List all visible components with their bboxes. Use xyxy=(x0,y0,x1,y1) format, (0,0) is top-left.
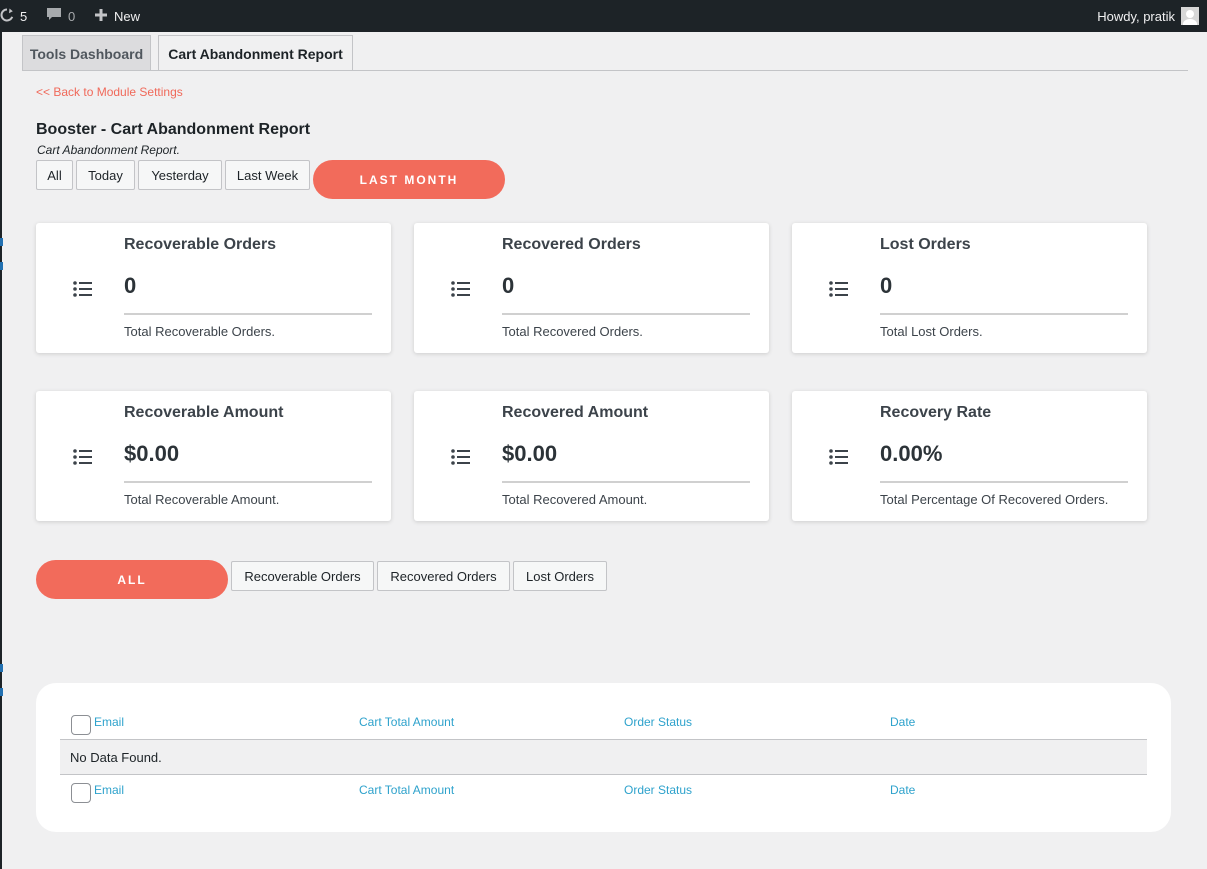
new-content-link[interactable]: New xyxy=(94,0,140,32)
page-title: Booster - Cart Abandonment Report xyxy=(36,121,311,138)
card-divider xyxy=(502,481,750,483)
tab-tools-dashboard[interactable]: Tools Dashboard xyxy=(22,35,151,71)
card-title: Recovery Rate xyxy=(880,404,992,421)
column-email-footer[interactable]: Email xyxy=(94,773,124,807)
card-title: Lost Orders xyxy=(880,236,971,253)
status-all-button[interactable]: ALL xyxy=(36,560,228,599)
status-recoverable-orders-button[interactable]: Recoverable Orders xyxy=(231,561,374,591)
status-lost-orders-button[interactable]: Lost Orders xyxy=(513,561,607,591)
card-value: 0 xyxy=(124,273,137,298)
card-description: Total Lost Orders. xyxy=(880,324,983,339)
card-title: Recoverable Amount xyxy=(124,404,284,421)
column-date-footer[interactable]: Date xyxy=(890,773,915,807)
card-description: Total Recoverable Amount. xyxy=(124,492,280,507)
refresh-icon xyxy=(0,8,14,25)
card-description: Total Recoverable Orders. xyxy=(124,324,276,339)
plus-icon xyxy=(94,8,108,25)
card-title: Recovered Orders xyxy=(502,236,641,253)
card-description: Total Recovered Orders. xyxy=(502,324,643,339)
card-lost-orders: Lost Orders 0 Total Lost Orders. xyxy=(792,223,1147,353)
my-account-link[interactable]: Howdy, pratik xyxy=(1097,0,1199,32)
card-value: $0.00 xyxy=(502,441,558,466)
column-order-status[interactable]: Order Status xyxy=(624,705,692,739)
card-title: Recoverable Orders xyxy=(124,236,277,253)
card-description: Total Percentage Of Recovered Orders. xyxy=(880,492,1109,507)
card-divider xyxy=(124,313,372,315)
card-recovery-rate: Recovery Rate 0.00% Total Percentage Of … xyxy=(792,391,1147,521)
card-divider xyxy=(502,313,750,315)
card-value: 0 xyxy=(502,273,515,298)
orders-table: Email Cart Total Amount Order Status Dat… xyxy=(36,683,1171,832)
howdy-text: Howdy, pratik xyxy=(1097,8,1175,24)
filter-yesterday-button[interactable]: Yesterday xyxy=(138,160,222,190)
updates-count: 5 xyxy=(20,8,28,24)
list-icon xyxy=(829,449,849,467)
comments-count: 0 xyxy=(68,8,76,24)
page-subtitle: Cart Abandonment Report. xyxy=(37,143,180,157)
card-divider xyxy=(880,481,1128,483)
column-email[interactable]: Email xyxy=(94,705,124,739)
table-footer-row: Email Cart Total Amount Order Status Dat… xyxy=(60,773,1147,807)
list-icon xyxy=(451,281,471,299)
tab-cart-abandonment-report[interactable]: Cart Abandonment Report xyxy=(158,35,353,71)
card-recovered-orders: Recovered Orders 0 Total Recovered Order… xyxy=(414,223,769,353)
filter-last-month-button[interactable]: LAST MONTH xyxy=(313,160,505,199)
list-icon xyxy=(73,449,93,467)
list-icon xyxy=(73,281,93,299)
menu-marker xyxy=(0,262,3,270)
menu-marker xyxy=(0,688,3,696)
column-cart-total-amount-footer[interactable]: Cart Total Amount xyxy=(359,773,454,807)
column-cart-total-amount[interactable]: Cart Total Amount xyxy=(359,705,454,739)
list-icon xyxy=(829,281,849,299)
card-divider xyxy=(880,313,1128,315)
card-value: 0.00% xyxy=(880,441,943,466)
comment-icon xyxy=(46,7,62,25)
card-title: Recovered Amount xyxy=(502,404,649,421)
filter-today-button[interactable]: Today xyxy=(76,160,135,190)
card-divider xyxy=(124,481,372,483)
card-recoverable-amount: Recoverable Amount $0.00 Total Recoverab… xyxy=(36,391,391,521)
status-recovered-orders-button[interactable]: Recovered Orders xyxy=(377,561,510,591)
menu-marker xyxy=(0,664,3,672)
admin-bar: 5 0 New Howdy, pratik xyxy=(0,0,1207,32)
column-order-status-footer[interactable]: Order Status xyxy=(624,773,692,807)
new-label: New xyxy=(114,8,141,24)
filter-last-week-button[interactable]: Last Week xyxy=(225,160,310,190)
avatar xyxy=(1181,7,1199,25)
comments-link[interactable]: 0 xyxy=(46,0,75,32)
table-header-row: Email Cart Total Amount Order Status Dat… xyxy=(60,705,1147,739)
admin-menu-edge xyxy=(0,32,2,869)
updates-link[interactable]: 5 xyxy=(0,0,27,32)
column-date[interactable]: Date xyxy=(890,705,915,739)
select-all-checkbox[interactable] xyxy=(71,715,91,735)
menu-marker xyxy=(0,238,3,246)
card-value: $0.00 xyxy=(124,441,180,466)
card-recovered-amount: Recovered Amount $0.00 Total Recovered A… xyxy=(414,391,769,521)
card-description: Total Recovered Amount. xyxy=(502,492,648,507)
card-value: 0 xyxy=(880,273,893,298)
back-to-module-settings-link[interactable]: << Back to Module Settings xyxy=(36,85,183,99)
filter-all-button[interactable]: All xyxy=(36,160,73,190)
empty-row: No Data Found. xyxy=(60,739,1147,775)
list-icon xyxy=(451,449,471,467)
card-recoverable-orders: Recoverable Orders 0 Total Recoverable O… xyxy=(36,223,391,353)
select-all-checkbox-footer[interactable] xyxy=(71,783,91,803)
tabs-divider xyxy=(22,70,1188,71)
